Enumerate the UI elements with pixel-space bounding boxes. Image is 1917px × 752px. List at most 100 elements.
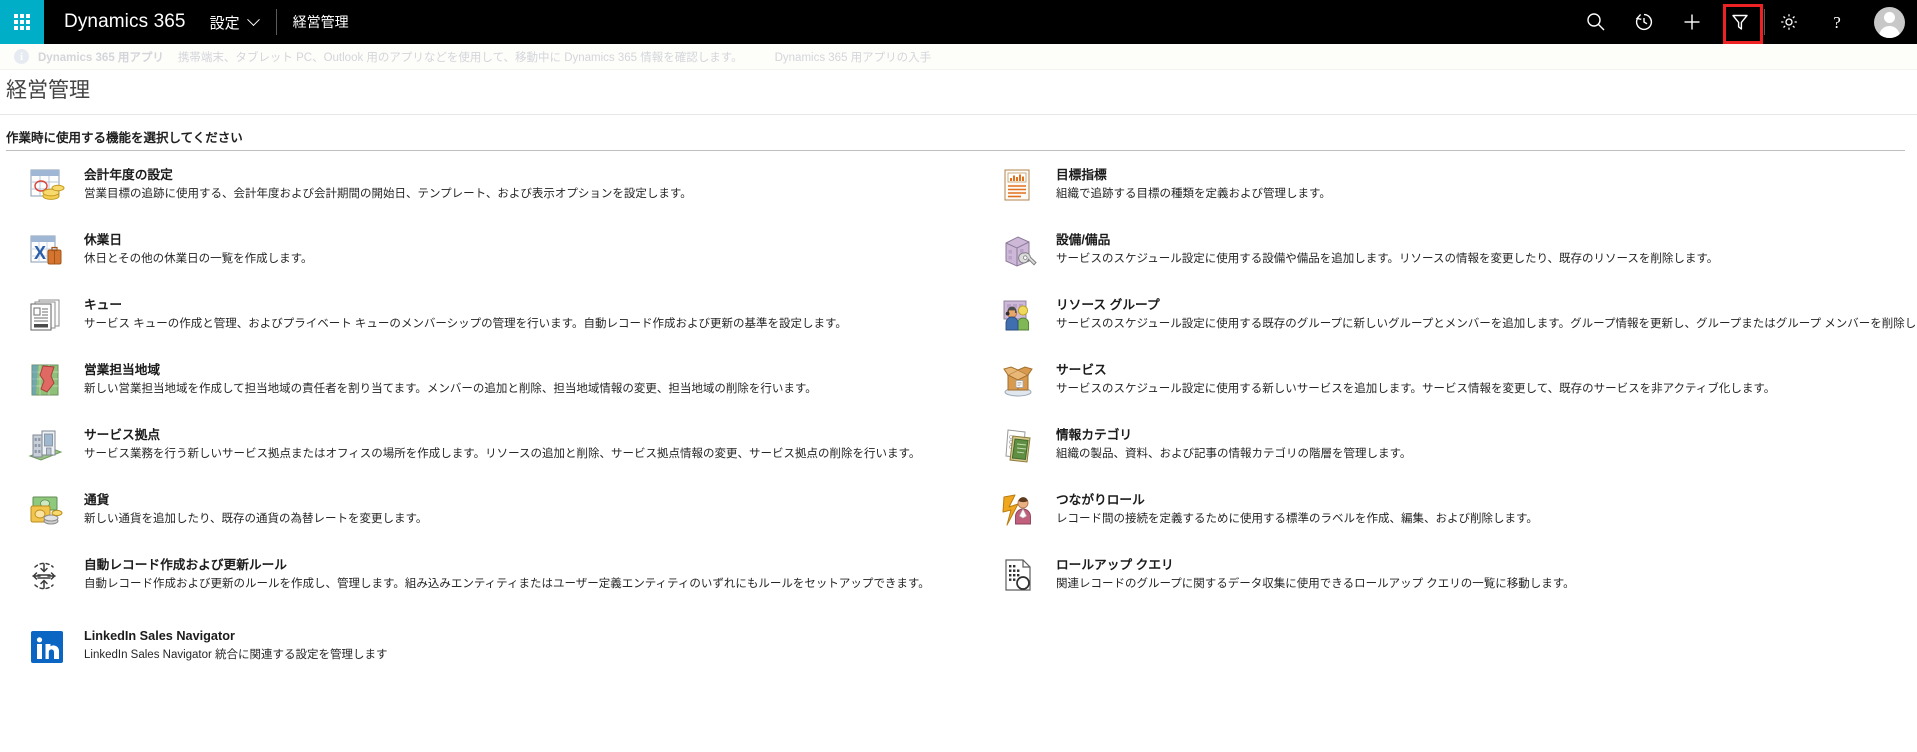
tile-services[interactable]: サービス サービスのスケジュール設定に使用する新しいサービスを追加します。サービ… [986, 356, 1917, 421]
tile-description: サービスのスケジュール設定に使用する既存のグループに新しいグループとメンバーを追… [1056, 318, 1917, 331]
tile-business-closures[interactable]: X 休業日 休日とその他の休業日の一覧を作成します。 [6, 226, 986, 291]
service-icon [998, 360, 1040, 402]
banner-message: 携帯端末、タブレット PC、Outlook 用のアプリなどを使用して、移動中に … [177, 51, 743, 64]
tile-description: 関連レコードのグループに関するデータ収集に使用できるロールアップ クエリの一覧に… [1056, 578, 1575, 591]
tile-description: 休日とその他の休業日の一覧を作成します。 [84, 253, 313, 266]
filter-icon [1732, 14, 1748, 30]
tile-linkedin-sales-navigator[interactable]: LinkedIn Sales Navigator LinkedIn Sales … [6, 622, 986, 687]
holiday-icon: X [26, 230, 68, 272]
new-record-button[interactable] [1668, 0, 1716, 44]
tile-resource-groups[interactable]: リソース グループ サービスのスケジュール設定に使用する既存のグループに新しいグ… [986, 291, 1917, 356]
help-icon: ? [1833, 13, 1841, 32]
tile-title: キュー [84, 298, 123, 313]
tile-title: 情報カテゴリ [1056, 428, 1133, 443]
chevron-down-icon [246, 12, 260, 26]
search-icon [1587, 13, 1605, 31]
sales-territory-icon [26, 360, 68, 402]
banner-link[interactable]: Dynamics 365 用アプリの入手 [775, 49, 932, 65]
tile-description: サービス業務を行う新しいサービス拠点またはオフィスの場所を作成します。リソースの… [84, 448, 921, 461]
topbar-actions: ? [1572, 0, 1917, 44]
tile-currencies[interactable]: 通貨 新しい通貨を追加したり、既存の通貨の為替レートを変更します。 [6, 486, 986, 551]
settings-button[interactable] [1765, 0, 1813, 44]
tile-queues[interactable]: キュー サービス キューの作成と管理、およびプライベート キューのメンバーシップ… [6, 291, 986, 356]
banner-heading: Dynamics 365 用アプリ [38, 51, 164, 64]
info-icon: i [14, 49, 29, 64]
settings-content: 作業時に使用する機能を選択してください 会計年度の設定 営業目標の追跡に使用する… [0, 115, 1917, 748]
tile-title: 設備/備品 [1056, 233, 1111, 248]
tile-body: 目標指標 組織で追跡する目標の種類を定義および管理します。 [1056, 165, 1331, 203]
tile-description: レコード間の接続を定義するために使用する標準のラベルを作成、編集、および削除しま… [1056, 513, 1538, 526]
currency-icon [26, 490, 68, 532]
brand-title[interactable]: Dynamics 365 [44, 11, 186, 33]
tile-body: 休業日 休日とその他の休業日の一覧を作成します。 [84, 230, 313, 268]
tile-facilities-equipment[interactable]: 設備/備品 サービスのスケジュール設定に使用する設備や備品を追加します。リソース… [986, 226, 1917, 291]
tile-body: つながりロール レコード間の接続を定義するために使用する標準のラベルを作成、編集… [1056, 490, 1538, 528]
queue-icon [26, 295, 68, 337]
app-name-label: 設定 [209, 14, 240, 32]
tile-description: 新しい営業担当地域を作成して担当地域の責任者を割り当てます。メンバーの追加と削除… [84, 383, 817, 396]
tile-description: 自動レコード作成および更新のルールを作成し、管理します。組み込みエンティティまた… [84, 578, 930, 591]
history-icon [1635, 13, 1653, 31]
top-navigation-bar: Dynamics 365 設定 経営管理 ? [0, 0, 1917, 44]
tile-title: LinkedIn Sales Navigator [84, 629, 235, 644]
resource-group-icon [998, 295, 1040, 337]
tile-body: サービス サービスのスケジュール設定に使用する新しいサービスを追加します。サービ… [1056, 360, 1775, 398]
auto-record-rule-icon [26, 555, 68, 597]
help-button[interactable]: ? [1813, 0, 1861, 44]
recent-items-button[interactable] [1620, 0, 1668, 44]
tile-title: リソース グループ [1056, 298, 1160, 313]
tile-description: 新しい通貨を追加したり、既存の通貨の為替レートを変更します。 [84, 513, 428, 526]
tile-goal-metrics[interactable]: 目標指標 組織で追跡する目標の種類を定義および管理します。 [986, 161, 1917, 226]
tile-title: 自動レコード作成および更新ルール [84, 558, 287, 573]
tile-automatic-record-creation-rules[interactable]: 自動レコード作成および更新ルール 自動レコード作成および更新のルールを作成し、管… [6, 551, 986, 616]
connection-role-icon [998, 490, 1040, 532]
gear-icon [1781, 14, 1797, 30]
tile-title: 営業担当地域 [84, 363, 161, 378]
tile-connection-roles[interactable]: つながりロール レコード間の接続を定義するために使用する標準のラベルを作成、編集… [986, 486, 1917, 551]
linkedin-icon [26, 626, 68, 668]
tile-body: 営業担当地域 新しい営業担当地域を作成して担当地域の責任者を割り当てます。メンバ… [84, 360, 817, 398]
tile-description: サービスのスケジュール設定に使用する設備や備品を追加します。リソースの情報を変更… [1056, 253, 1719, 266]
user-profile-button[interactable] [1861, 0, 1917, 44]
tile-description: サービスのスケジュール設定に使用する新しいサービスを追加します。サービス情報を変… [1056, 383, 1776, 396]
app-switcher[interactable]: 設定 [186, 0, 276, 44]
tile-description: サービス キューの作成と管理、およびプライベート キューのメンバーシップの管理を… [84, 318, 847, 331]
tile-sales-territories[interactable]: 営業担当地域 新しい営業担当地域を作成して担当地域の責任者を割り当てます。メンバ… [6, 356, 986, 421]
tile-description: 営業目標の追跡に使用する、会計年度および会計期間の開始日、テンプレート、および表… [84, 188, 692, 201]
tile-subject-categories[interactable]: 情報カテゴリ 組織の製品、資料、および記事の情報カテゴリの階層を管理します。 [986, 421, 1917, 486]
tile-body: 設備/備品 サービスのスケジュール設定に使用する設備や備品を追加します。リソース… [1056, 230, 1718, 268]
goal-metric-icon [998, 165, 1040, 207]
waffle-icon [14, 14, 30, 30]
service-site-icon [26, 425, 68, 467]
tile-body: 情報カテゴリ 組織の製品、資料、および記事の情報カテゴリの階層を管理します。 [1056, 425, 1411, 463]
settings-column-right: 目標指標 組織で追跡する目標の種類を定義および管理します。 設備/備品 サービス… [986, 161, 1917, 687]
tile-title: サービス [1056, 363, 1107, 378]
tile-body: 自動レコード作成および更新ルール 自動レコード作成および更新のルールを作成し、管… [84, 555, 930, 593]
tile-body: ロールアップ クエリ 関連レコードのグループに関するデータ収集に使用できるロール… [1056, 555, 1575, 593]
page-title: 経営管理 [6, 79, 90, 102]
breadcrumb[interactable]: 経営管理 [277, 12, 365, 32]
tile-rollup-queries[interactable]: ロールアップ クエリ 関連レコードのグループに関するデータ収集に使用できるロール… [986, 551, 1917, 616]
tile-body: 通貨 新しい通貨を追加したり、既存の通貨の為替レートを変更します。 [84, 490, 427, 528]
tile-body: キュー サービス キューの作成と管理、およびプライベート キューのメンバーシップ… [84, 295, 847, 333]
svg-text:X: X [34, 243, 46, 263]
tile-title: 休業日 [84, 233, 123, 248]
tile-description: 組織の製品、資料、および記事の情報カテゴリの階層を管理します。 [1056, 448, 1412, 461]
search-button[interactable] [1572, 0, 1620, 44]
rollup-query-icon [998, 555, 1040, 597]
section-heading: 作業時に使用する機能を選択してください [6, 127, 1905, 152]
app-launcher-button[interactable] [0, 0, 44, 44]
tile-body: リソース グループ サービスのスケジュール設定に使用する既存のグループに新しいグ… [1056, 295, 1917, 333]
plus-icon [1684, 14, 1700, 30]
facility-equipment-icon [998, 230, 1040, 272]
settings-column-left: 会計年度の設定 営業目標の追跡に使用する、会計年度および会計期間の開始日、テンプ… [6, 161, 986, 687]
tile-description: LinkedIn Sales Navigator 統合に関連する設定を管理します [84, 649, 388, 662]
fiscal-year-icon [26, 165, 68, 207]
tile-body: LinkedIn Sales Navigator LinkedIn Sales … [84, 626, 388, 664]
app-promo-banner: i Dynamics 365 用アプリ 携帯端末、タブレット PC、Outloo… [0, 44, 1917, 70]
tile-fiscal-year-settings[interactable]: 会計年度の設定 営業目標の追跡に使用する、会計年度および会計期間の開始日、テンプ… [6, 161, 986, 226]
tile-sites[interactable]: サービス拠点 サービス業務を行う新しいサービス拠点またはオフィスの場所を作成しま… [6, 421, 986, 486]
tile-title: 目標指標 [1056, 168, 1107, 183]
tile-title: つながりロール [1056, 493, 1145, 508]
filter-button[interactable] [1716, 0, 1764, 44]
